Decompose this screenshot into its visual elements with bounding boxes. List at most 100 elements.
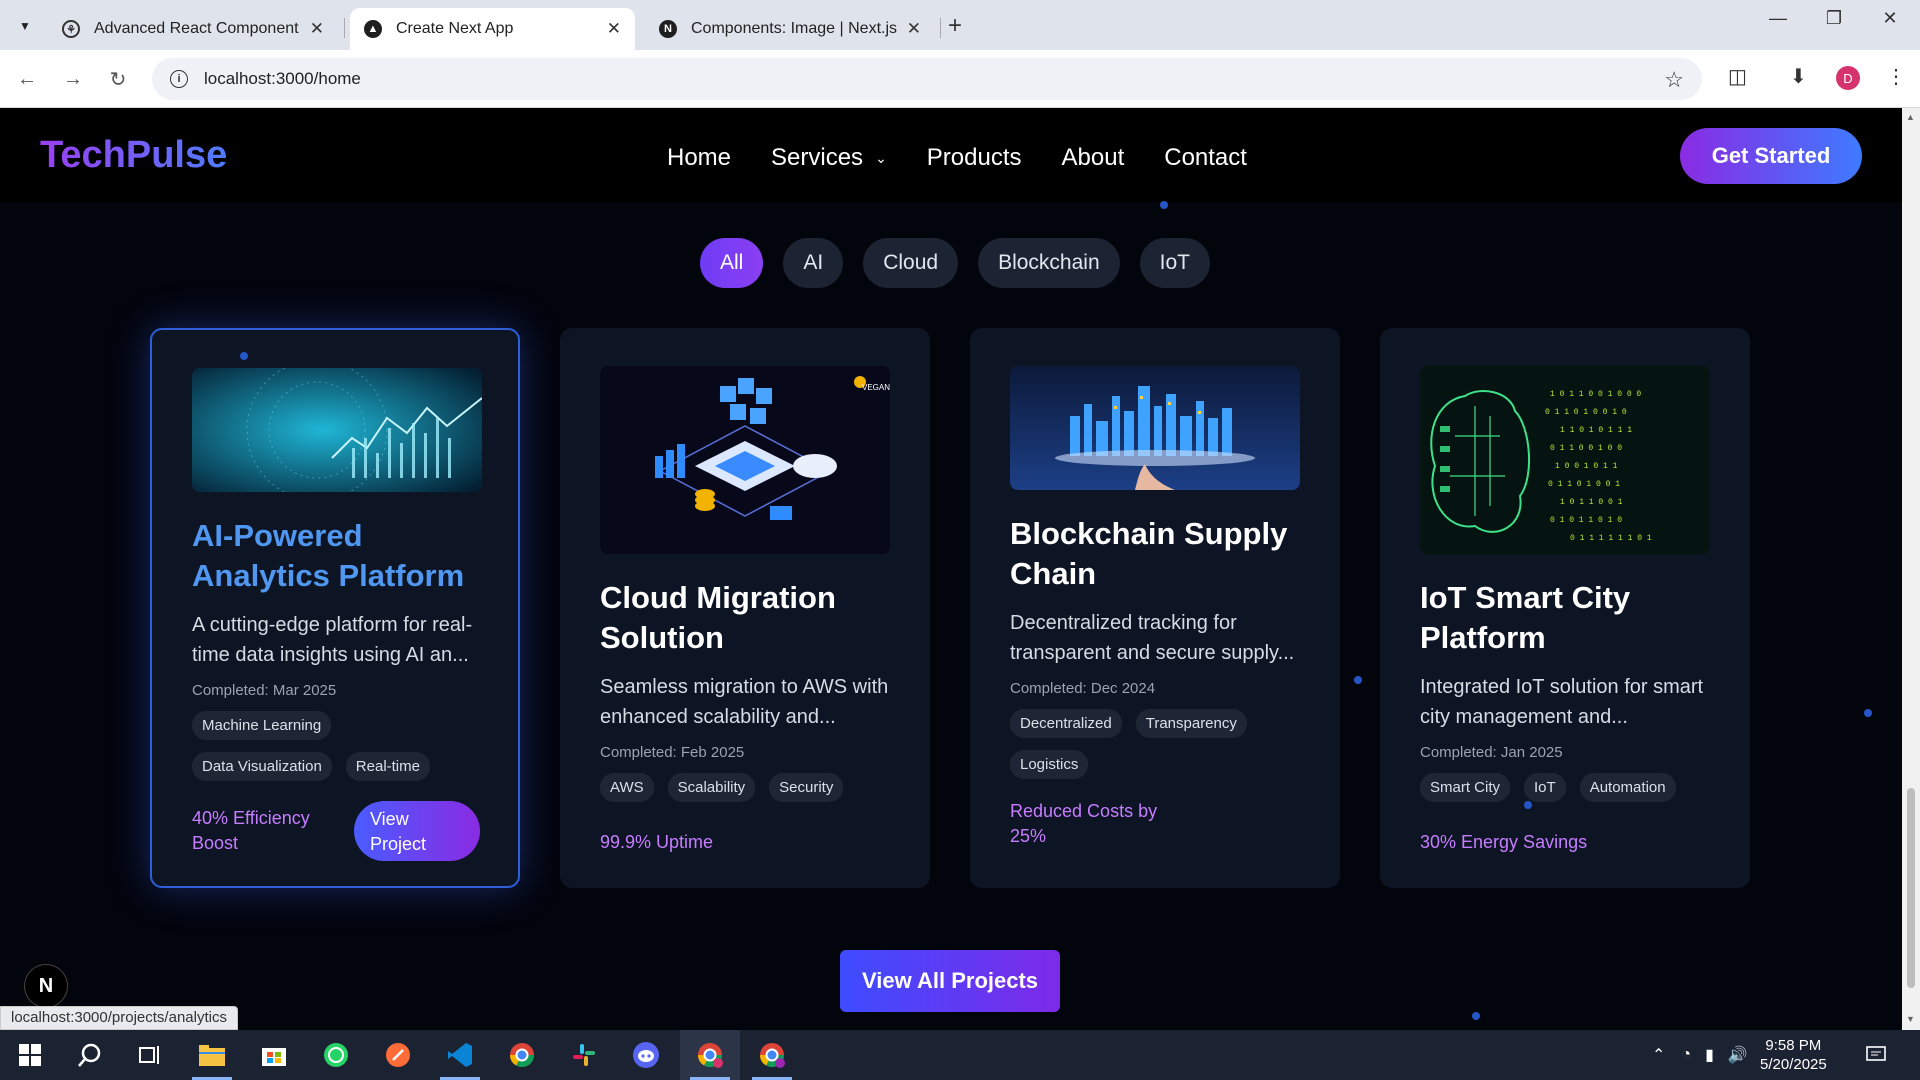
project-image: 1 0 1 1 0 0 1 0 0 0 0 1 1 0 1 0 0 1 0 1 … [1420,366,1710,554]
nav-about[interactable]: About [1062,144,1125,172]
project-metric: 40% Efficiency Boost [192,808,310,853]
card-footer: Reduced Costs by 25% [1010,799,1302,849]
nav-home[interactable]: Home [667,144,731,172]
download-icon[interactable]: ⬇ [1790,64,1807,89]
profile-avatar[interactable]: D [1836,66,1860,90]
site-info-icon[interactable]: i [170,70,188,88]
tab-advanced-react[interactable]: ⚘ Advanced React Component fo ✕ [48,8,338,50]
site-logo[interactable]: TechPulse [40,134,227,177]
new-tab-button[interactable]: + [948,12,962,40]
scroll-down-icon[interactable]: ▼ [1906,1014,1915,1024]
project-card-iot[interactable]: 1 0 1 1 0 0 1 0 0 0 0 1 1 0 1 0 0 1 0 1 … [1380,328,1750,888]
address-bar[interactable]: i localhost:3000/home ☆ [152,58,1702,100]
thumb-brand-text: VEGAN [862,383,890,392]
particle-dot [1160,201,1168,209]
filter-all[interactable]: All [700,238,764,288]
task-view-button[interactable] [120,1030,180,1080]
tab-divider [940,18,941,38]
taskbar-clock[interactable]: 9:58 PM 5/20/2025 [1760,1036,1827,1074]
nextjs-icon: ▲ [364,20,382,38]
postman-icon [386,1043,410,1067]
taskbar-chrome[interactable] [492,1030,552,1080]
more-menu-icon[interactable]: ⋮ [1886,64,1906,89]
view-all-projects-button[interactable]: View All Projects [840,950,1060,1012]
close-window-button[interactable]: ✕ [1862,8,1918,29]
taskbar-chrome-profile-active[interactable] [680,1030,740,1080]
page-viewport: TechPulse Home Services ⌄ Products About … [0,108,1902,1030]
taskbar-slack[interactable] [554,1030,614,1080]
taskbar-vscode[interactable] [430,1030,490,1080]
taskbar-file-explorer[interactable] [182,1030,242,1080]
folder-icon [199,1045,225,1066]
project-card-cloud-migration[interactable]: VEGAN Cloud Migration Solution Seamless … [560,328,930,888]
search-button[interactable] [60,1030,120,1080]
scroll-thumb[interactable] [1907,788,1915,988]
project-image [1010,366,1300,490]
tab-strip: ▼ ⚘ Advanced React Component fo ✕ ▲ Crea… [0,0,1920,50]
nav-label: About [1061,144,1125,171]
get-started-button[interactable]: Get Started [1680,128,1862,184]
wifi-icon[interactable]: ◔ [1681,1046,1691,1064]
bookmark-star-icon[interactable]: ☆ [1664,67,1684,93]
discord-icon [633,1042,659,1068]
filter-blockchain[interactable]: Blockchain [978,238,1120,288]
nav-services[interactable]: Services ⌄ [771,144,887,172]
minimize-button[interactable]: — [1750,8,1806,29]
back-button[interactable]: ← [12,64,42,94]
close-icon[interactable]: ✕ [607,19,621,39]
tab-search-button[interactable]: ▼ [12,13,38,39]
particle-dot [1472,1012,1480,1020]
page-scrollbar[interactable]: ▲ ▼ [1902,108,1920,1030]
close-icon: ✕ [1882,8,1898,28]
extensions-icon[interactable]: ◫ [1728,64,1747,89]
view-project-button[interactable]: View Project [354,801,480,861]
project-description: Seamless migration to AWS with enhanced … [600,676,889,728]
project-date: Completed: Dec 2024 [1010,680,1156,697]
tag: Machine Learning [192,711,332,740]
volume-icon[interactable]: 🔊 [1728,1045,1748,1065]
start-button[interactable] [0,1030,60,1080]
svg-text:1 0 1 1 0 0 1: 1 0 1 1 0 0 1 [1560,498,1623,507]
filter-iot[interactable]: IoT [1139,238,1210,288]
tag: Scalability [667,773,756,802]
taskbar-whatsapp[interactable] [306,1030,366,1080]
digital-brain-image: 1 0 1 1 0 0 1 0 0 0 0 1 1 0 1 0 0 1 0 1 … [1420,366,1710,554]
url-text[interactable]: localhost:3000/home [204,69,361,89]
project-tags: Machine Learning Data Visualization Real… [192,711,480,781]
minimize-icon: — [1769,8,1787,28]
close-icon[interactable]: ✕ [907,19,921,39]
filter-ai[interactable]: AI [783,238,844,288]
restore-button[interactable]: ❐ [1806,8,1862,29]
taskbar-store[interactable] [244,1030,304,1080]
nav-products[interactable]: Products [927,144,1022,172]
project-card-blockchain[interactable]: Blockchain Supply Chain Decentralized tr… [970,328,1340,888]
notifications-button[interactable] [1866,1030,1886,1080]
tab-title: Components: Image | Next.js [691,20,897,37]
scroll-up-icon[interactable]: ▲ [1906,112,1915,122]
taskbar-postman[interactable] [368,1030,428,1080]
tab-nextjs-image[interactable]: N Components: Image | Next.js ✕ [645,8,935,50]
windows-icon [19,1044,41,1066]
particle-dot [1524,801,1532,809]
nav-contact[interactable]: Contact [1164,144,1247,172]
nextjs-dev-badge[interactable]: N [24,964,68,1008]
tab-create-next-app[interactable]: ▲ Create Next App ✕ [350,8,635,50]
restore-icon: ❐ [1825,8,1843,28]
project-date: Completed: Feb 2025 [600,744,745,761]
project-tags: Decentralized Transparency Logistics [1010,709,1302,779]
battery-icon[interactable]: ▮ [1705,1045,1714,1065]
taskbar-chrome-profile[interactable] [742,1030,802,1080]
chevron-up-icon[interactable]: ⌃ [1652,1045,1665,1065]
forward-button[interactable]: → [58,64,88,94]
svg-text:0 1 1 1 1 1 1 0 1: 0 1 1 1 1 1 1 0 1 [1570,534,1652,543]
filter-cloud[interactable]: Cloud [863,238,959,288]
tag: Transparency [1135,709,1247,738]
project-description: Integrated IoT solution for smart city m… [1420,676,1704,728]
taskbar-discord[interactable] [616,1030,676,1080]
tag: Data Visualization [192,752,332,781]
nav-label: Contact [1164,144,1247,171]
reload-button[interactable]: ↻ [103,64,133,94]
project-card-ai-analytics[interactable]: AI-Powered Analytics Platform A cutting-… [150,328,520,888]
project-filters: All AI Cloud Blockchain IoT [700,238,1210,288]
close-icon[interactable]: ✕ [310,19,324,39]
